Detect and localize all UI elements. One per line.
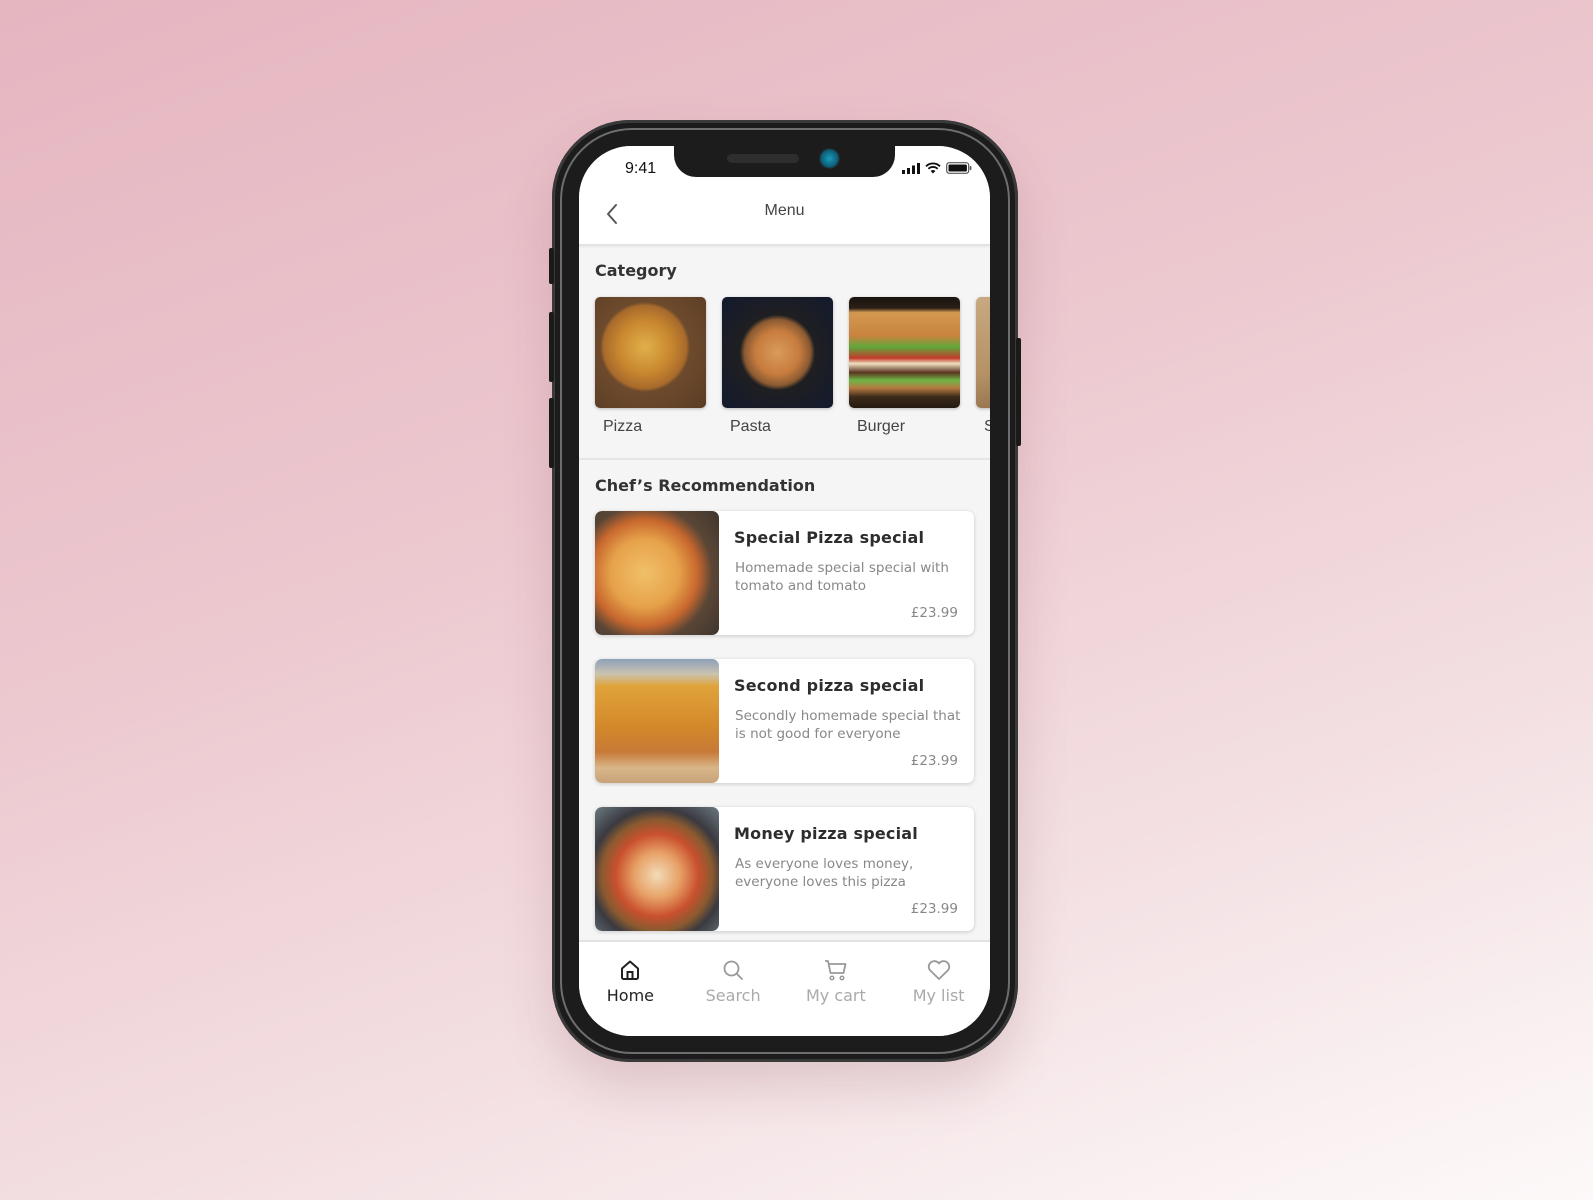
cart-icon bbox=[824, 960, 847, 981]
category-label: S bbox=[984, 418, 990, 435]
menu-item-description: Homemade special special with tomato and… bbox=[735, 560, 949, 594]
tab-cart[interactable]: My cart bbox=[785, 942, 888, 1036]
search-icon bbox=[723, 960, 744, 980]
category-label: Pasta bbox=[730, 418, 771, 435]
screen: 9:41 Menu Category Pizza Pasta Burger S … bbox=[579, 146, 990, 1036]
section-divider bbox=[579, 458, 990, 460]
home-icon bbox=[621, 960, 640, 980]
burger-photo bbox=[849, 297, 960, 408]
category-item-pizza[interactable]: Pizza bbox=[595, 297, 706, 436]
special-pizza-photo bbox=[595, 511, 719, 635]
signal-icon bbox=[902, 162, 920, 174]
recommendation-title: Chef’s Recommendation bbox=[595, 476, 816, 495]
menu-item-price: £23.99 bbox=[910, 901, 958, 917]
menu-item-card[interactable]: Special Pizza special Homemade special s… bbox=[595, 511, 974, 635]
category-title: Category bbox=[595, 261, 677, 280]
menu-item-name: Second pizza special bbox=[734, 676, 925, 695]
camera bbox=[819, 148, 840, 169]
volume-up-button bbox=[549, 312, 554, 382]
menu-item-description: Secondly homemade special that is not go… bbox=[735, 708, 961, 742]
menu-item-price: £23.99 bbox=[910, 605, 958, 621]
status-time: 9:41 bbox=[625, 160, 657, 177]
category-list[interactable]: Pizza Pasta Burger S bbox=[595, 297, 990, 436]
menu-item-card[interactable]: Second pizza special Secondly homemade s… bbox=[595, 659, 974, 783]
notch bbox=[674, 146, 895, 177]
status-icons bbox=[902, 162, 972, 174]
money-pizza-photo bbox=[595, 807, 719, 931]
menu-item-card[interactable]: Money pizza special As everyone loves mo… bbox=[595, 807, 974, 931]
bottom-tab-bar: Home Search My cart My list bbox=[579, 940, 990, 1036]
category-item-burger[interactable]: Burger bbox=[849, 297, 960, 436]
silent-switch bbox=[549, 248, 554, 284]
tab-label: My cart bbox=[805, 986, 866, 1005]
tab-label: Search bbox=[705, 986, 761, 1005]
power-button bbox=[1016, 338, 1021, 446]
category-label: Pizza bbox=[603, 418, 643, 435]
tab-home[interactable]: Home bbox=[579, 942, 682, 1036]
menu-item-name: Money pizza special bbox=[734, 824, 918, 843]
tab-label: Home bbox=[606, 986, 654, 1005]
sandwich-photo bbox=[976, 297, 990, 408]
heart-icon bbox=[927, 960, 950, 980]
speaker bbox=[727, 154, 799, 163]
phone-frame: 9:41 Menu Category Pizza Pasta Burger S … bbox=[549, 120, 1021, 1062]
page-title: Menu bbox=[764, 202, 805, 219]
second-pizza-photo bbox=[595, 659, 719, 783]
tab-search[interactable]: Search bbox=[682, 942, 785, 1036]
menu-item-description: As everyone loves money, everyone loves … bbox=[735, 856, 914, 890]
battery-icon bbox=[946, 162, 972, 174]
volume-down-button bbox=[549, 398, 554, 468]
pizza-photo bbox=[595, 297, 706, 408]
pasta-photo bbox=[722, 297, 833, 408]
tab-my-list[interactable]: My list bbox=[887, 942, 990, 1036]
category-label: Burger bbox=[857, 418, 906, 435]
tab-label: My list bbox=[912, 986, 965, 1005]
category-item-partial[interactable]: S bbox=[976, 297, 990, 436]
header: Menu bbox=[579, 190, 990, 246]
category-item-pasta[interactable]: Pasta bbox=[722, 297, 833, 436]
menu-item-price: £23.99 bbox=[910, 753, 958, 769]
wifi-icon bbox=[925, 162, 941, 174]
menu-item-name: Special Pizza special bbox=[734, 528, 925, 547]
